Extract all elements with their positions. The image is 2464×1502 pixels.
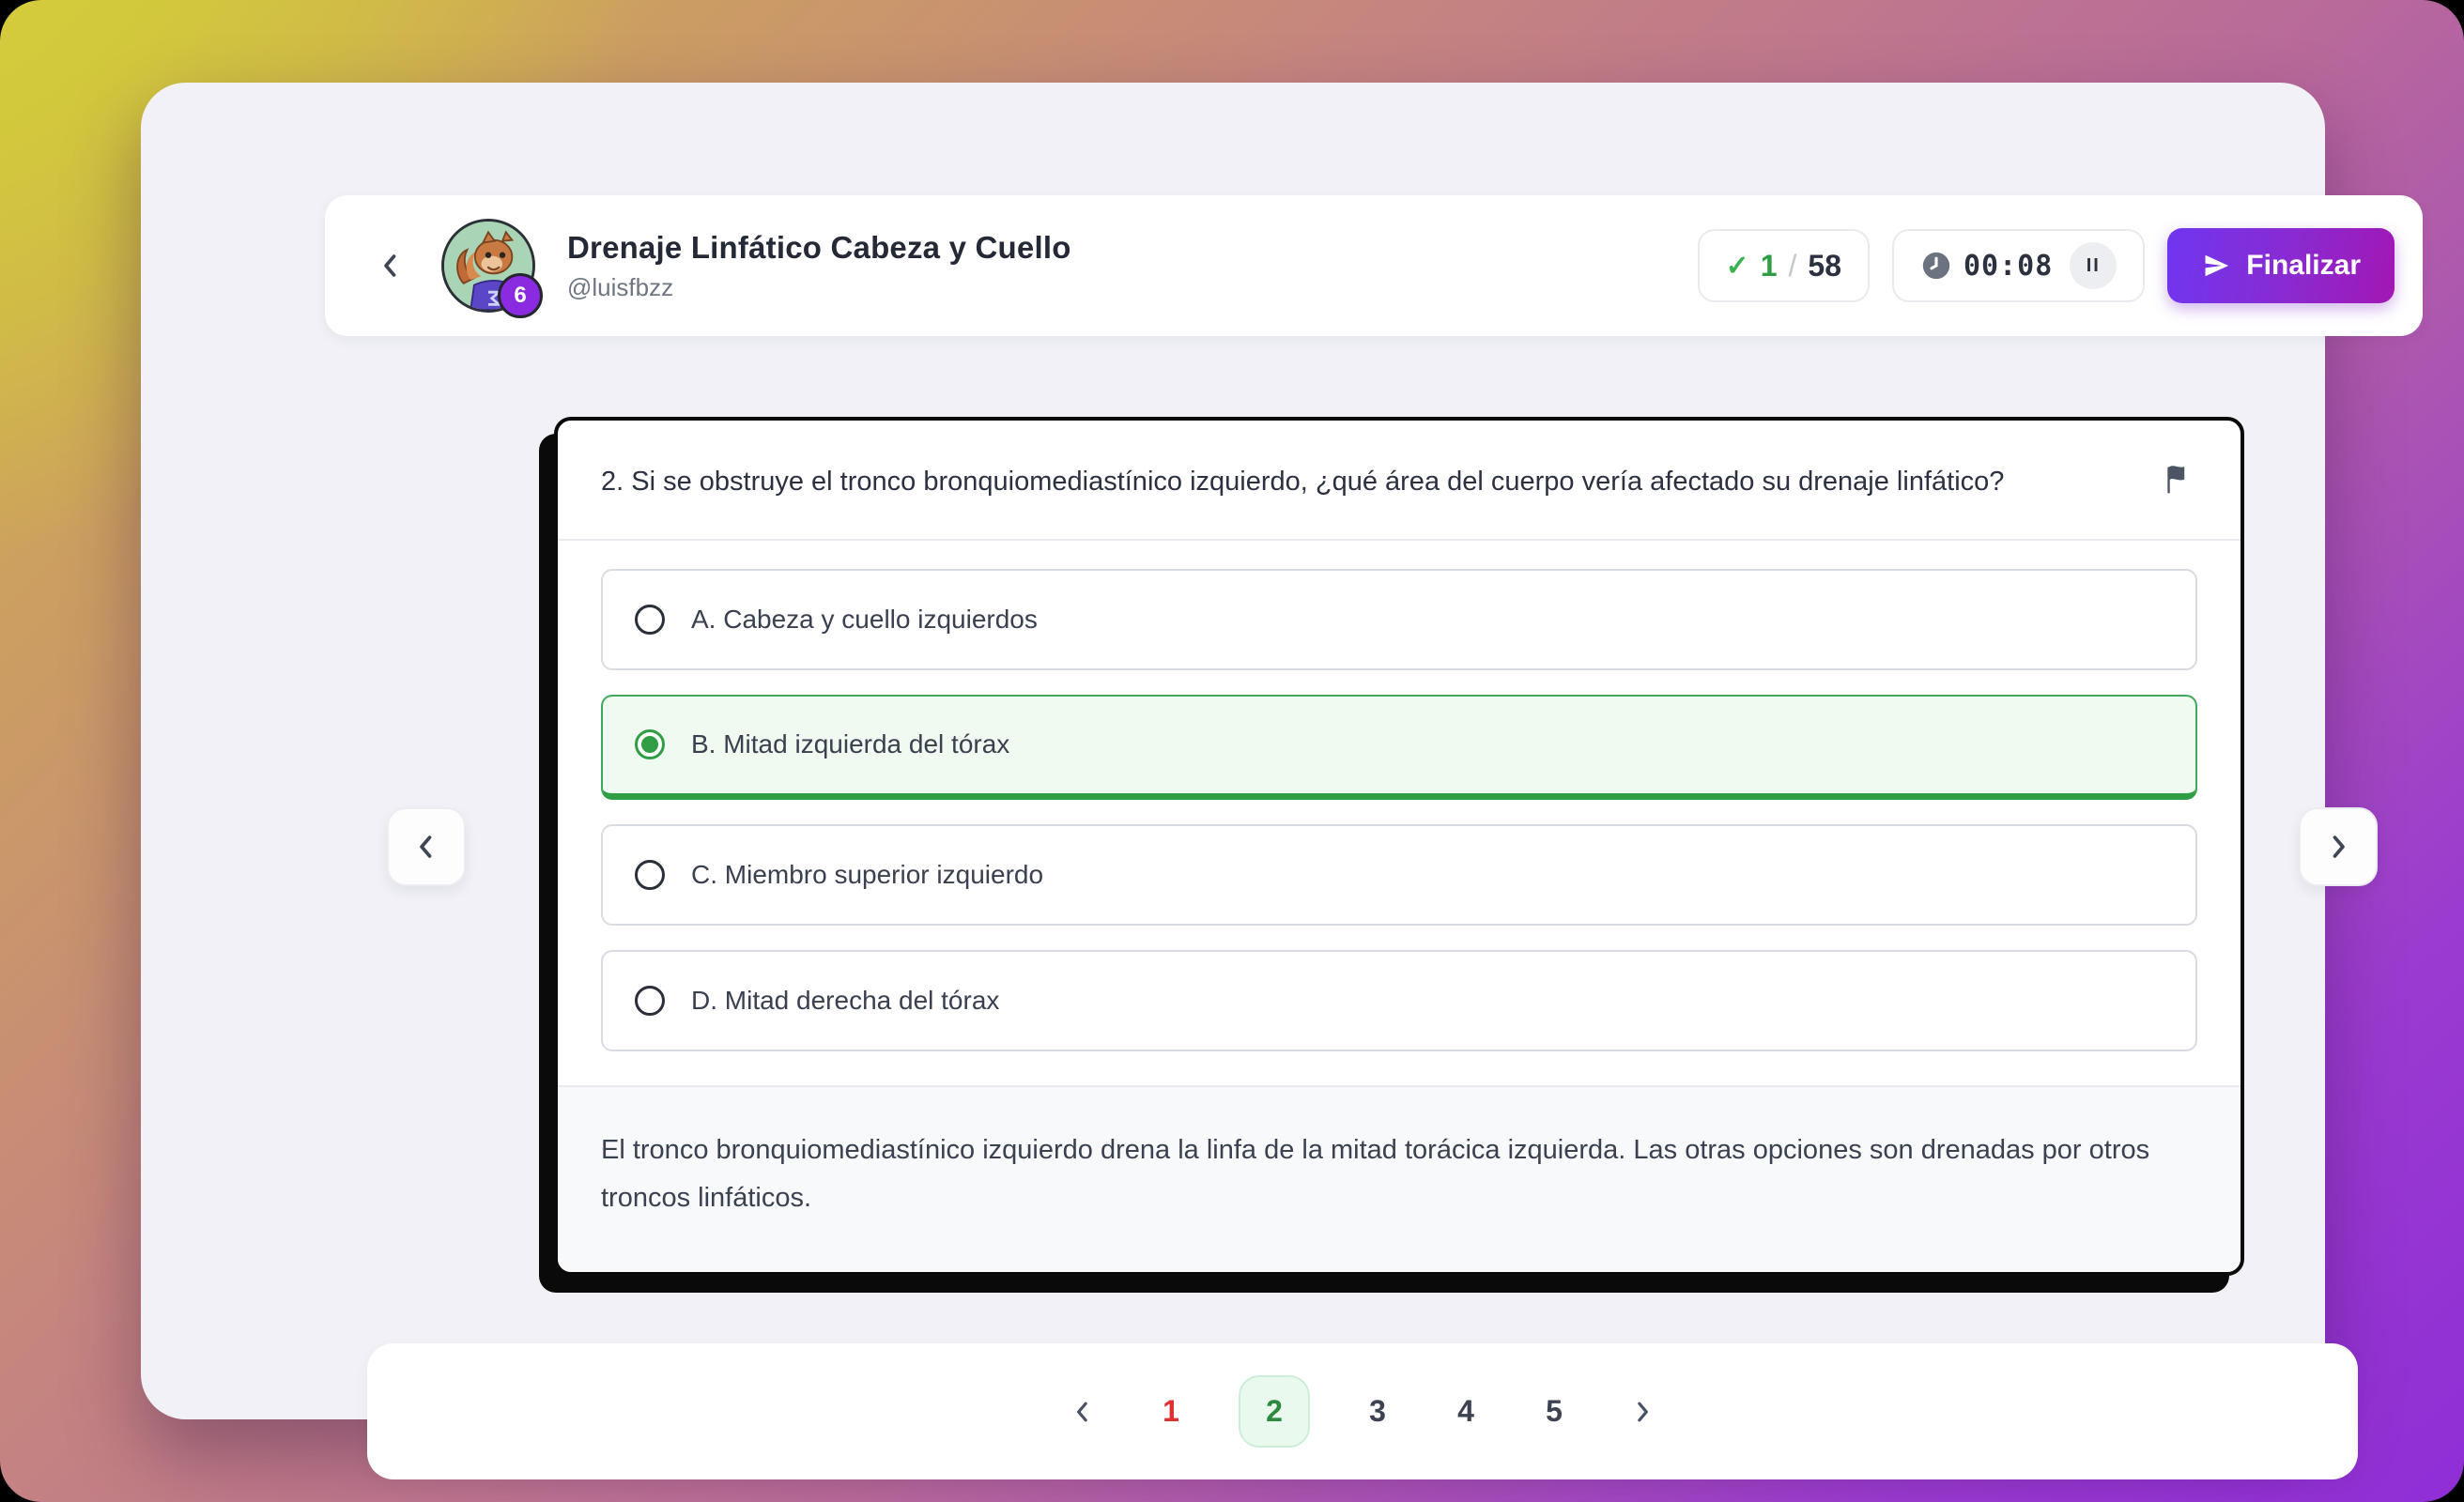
chevron-right-icon [2322, 831, 2354, 863]
option-b-label: B. Mitad izquierda del tórax [691, 729, 1009, 759]
question-card: 2. Si se obstruye el tronco bronquiomedi… [554, 417, 2244, 1276]
radio-unselected-icon[interactable] [635, 605, 665, 635]
pause-button[interactable]: II [2070, 242, 2117, 289]
page-5[interactable]: 5 [1533, 1377, 1575, 1446]
page-4[interactable]: 4 [1445, 1377, 1486, 1446]
option-b-selected[interactable]: B. Mitad izquierda del tórax [601, 695, 2197, 800]
option-a[interactable]: A. Cabeza y cuello izquierdos [601, 569, 2197, 670]
check-icon: ✓ [1726, 250, 1749, 283]
chevron-left-icon [1069, 1398, 1097, 1426]
answer-explanation: El tronco bronquiomediastínico izquierdo… [558, 1087, 2241, 1272]
page-2-current[interactable]: 2 [1239, 1375, 1310, 1448]
title-block: Drenaje Linfático Cabeza y Cuello @luisf… [567, 230, 1071, 302]
header-bar: 6 Drenaje Linfático Cabeza y Cuello @lui… [325, 195, 2423, 336]
timer-pill: 00:08 II [1892, 229, 2145, 302]
header-right-group: ✓ 1 / 58 00:08 II F [1698, 228, 2395, 303]
chevron-left-icon [410, 831, 442, 863]
finalize-label: Finalizar [2246, 250, 2361, 282]
progress-separator: / [1789, 249, 1797, 284]
progress-counter: ✓ 1 / 58 [1698, 229, 1870, 302]
prev-question-button[interactable] [387, 807, 466, 886]
clock-icon [1920, 250, 1952, 282]
option-d[interactable]: D. Mitad derecha del tórax [601, 950, 2197, 1051]
flag-icon [2162, 462, 2197, 498]
progress-total: 58 [1808, 249, 1841, 284]
pagination-prev-button[interactable] [1062, 1391, 1103, 1433]
back-button[interactable] [362, 238, 419, 294]
level-badge: 6 [498, 273, 543, 318]
send-icon [2201, 251, 2231, 281]
option-c[interactable]: C. Miembro superior izquierdo [601, 824, 2197, 926]
chevron-left-icon [375, 250, 407, 282]
options-list: A. Cabeza y cuello izquierdos B. Mitad i… [558, 541, 2241, 1087]
page-1-wrong[interactable]: 1 [1150, 1377, 1192, 1446]
question-header: 2. Si se obstruye el tronco bronquiomedi… [558, 421, 2241, 541]
timer-value: 00:08 [1964, 250, 2053, 283]
app-window: 6 Drenaje Linfático Cabeza y Cuello @lui… [141, 83, 2325, 1419]
question-text: 2. Si se obstruye el tronco bronquiomedi… [601, 458, 2162, 507]
next-question-button[interactable] [2299, 807, 2378, 886]
avatar[interactable]: 6 [441, 219, 535, 313]
finalize-button[interactable]: Finalizar [2167, 228, 2395, 303]
option-a-label: A. Cabeza y cuello izquierdos [691, 605, 1038, 635]
pagination-next-button[interactable] [1622, 1391, 1663, 1433]
flag-question-button[interactable] [2162, 462, 2197, 502]
option-c-label: C. Miembro superior izquierdo [691, 860, 1043, 890]
chevron-right-icon [1628, 1398, 1656, 1426]
radio-selected-icon[interactable] [635, 729, 665, 759]
progress-current: 1 [1761, 249, 1778, 284]
deck-title: Drenaje Linfático Cabeza y Cuello [567, 230, 1071, 266]
option-d-label: D. Mitad derecha del tórax [691, 986, 999, 1016]
radio-unselected-icon[interactable] [635, 986, 665, 1016]
gradient-background: 6 Drenaje Linfático Cabeza y Cuello @lui… [0, 0, 2464, 1502]
radio-unselected-icon[interactable] [635, 860, 665, 890]
pagination-bar: 1 2 3 4 5 [367, 1343, 2358, 1479]
deck-author-username[interactable]: @luisfbzz [567, 273, 1071, 302]
page-3[interactable]: 3 [1357, 1377, 1398, 1446]
